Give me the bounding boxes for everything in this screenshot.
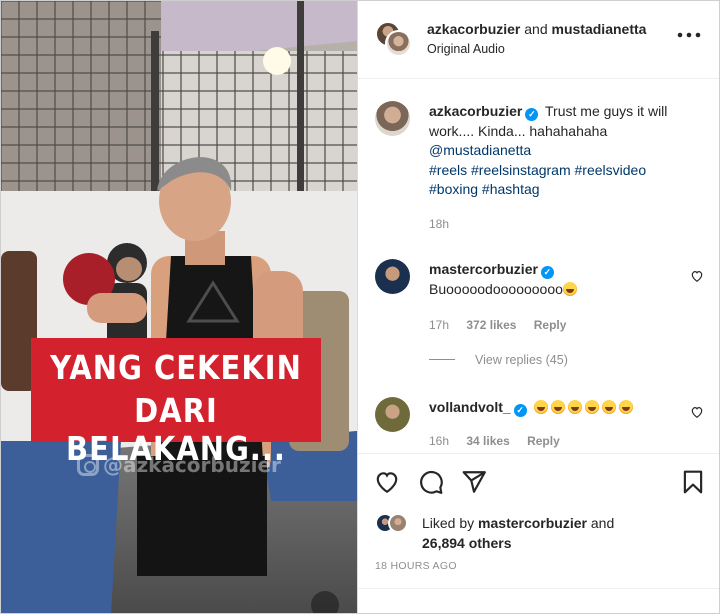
action-bar xyxy=(358,453,719,509)
verified-badge-icon: ✓ xyxy=(525,108,539,121)
post-timestamp[interactable]: 18 HOURS AGO xyxy=(375,560,457,572)
comment-body: mastercorbuzier ✓ Buooooodooooooooo xyxy=(429,260,691,299)
comment-reply-button[interactable]: Reply xyxy=(527,434,560,448)
comment-heart-icon[interactable] xyxy=(690,405,704,419)
laughing-emoji-icon xyxy=(567,400,582,414)
reel-video[interactable]: YANG CEKEKIN DARI BELAKANG... @azkacorbu… xyxy=(1,1,357,613)
comment-username[interactable]: vollandvolt_ xyxy=(429,399,511,415)
caption-mention[interactable]: @mustadianetta xyxy=(429,142,531,158)
comment-avatar[interactable] xyxy=(375,259,410,294)
comment-avatar[interactable] xyxy=(375,397,410,432)
comment-time[interactable]: 16h xyxy=(429,434,449,448)
laughing-emoji-icon xyxy=(533,400,548,414)
post-header: azkacorbuzier and mustadianetta Original… xyxy=(358,1,719,79)
view-replies-label: View replies (45) xyxy=(475,353,568,367)
caption-meta: 18h xyxy=(429,217,463,231)
header-conjunction: and xyxy=(524,21,548,37)
video-scene xyxy=(1,1,357,613)
caption-hashtags-1[interactable]: #reels #reelsinstagram #reelsvideo xyxy=(429,162,646,178)
laughing-emoji-icon xyxy=(584,400,599,414)
replies-dash xyxy=(429,359,455,360)
header-user1-link[interactable]: azkacorbuzier xyxy=(427,21,520,37)
original-audio-link[interactable]: Original Audio xyxy=(427,42,505,56)
verified-badge-icon: ✓ xyxy=(513,404,527,417)
header-usernames: azkacorbuzier and mustadianetta xyxy=(427,21,646,37)
liked-by-text: Liked by mastercorbuzier and 26,894 othe… xyxy=(422,513,614,553)
comment-reply-button[interactable]: Reply xyxy=(534,318,567,332)
laughing-emoji-icon xyxy=(562,281,577,296)
comment-meta: 17h 372 likes Reply xyxy=(429,318,580,332)
header-user2-link[interactable]: mustadianetta xyxy=(552,21,647,37)
caption-hashtags-2[interactable]: #boxing #hashtag xyxy=(429,181,540,197)
add-comment-divider xyxy=(358,588,719,589)
comment-icon[interactable] xyxy=(418,469,444,495)
caption-username[interactable]: azkacorbuzier xyxy=(429,103,522,119)
liked-by-avatars[interactable] xyxy=(375,513,415,535)
liked-by-prefix: Liked by xyxy=(422,515,475,531)
laughing-emoji-icon xyxy=(550,400,565,414)
laughing-emoji-icon xyxy=(618,400,633,414)
comment-time[interactable]: 17h xyxy=(429,318,449,332)
liked-by-others-link[interactable]: 26,894 others xyxy=(422,535,512,551)
more-horizontal-icon xyxy=(677,32,701,38)
comment-likes[interactable]: 34 likes xyxy=(466,434,509,448)
instagram-icon xyxy=(77,454,99,476)
liked-by-connector: and xyxy=(590,515,615,531)
liked-by-user-link[interactable]: mastercorbuzier xyxy=(478,515,587,531)
comment-likes[interactable]: 372 likes xyxy=(466,318,516,332)
caption-time[interactable]: 18h xyxy=(429,217,449,231)
avatar xyxy=(388,513,408,533)
caption-body: azkacorbuzier ✓ Trust me guys it will wor… xyxy=(429,102,691,200)
send-icon[interactable] xyxy=(461,469,487,495)
comment-text: Buooooodooooooooo xyxy=(429,280,563,297)
caption-avatar[interactable] xyxy=(375,101,410,136)
post-details-panel: azkacorbuzier and mustadianetta Original… xyxy=(358,1,719,613)
comment-username[interactable]: mastercorbuzier xyxy=(429,261,538,277)
laughing-emoji-icon xyxy=(601,400,616,414)
more-options-button[interactable] xyxy=(676,28,702,48)
comment-heart-icon[interactable] xyxy=(690,269,704,283)
verified-badge-icon: ✓ xyxy=(540,266,554,279)
video-caption-box: YANG CEKEKIN DARI BELAKANG... xyxy=(31,338,321,468)
comment-body: vollandvolt_ ✓ xyxy=(429,398,691,418)
bookmark-icon[interactable] xyxy=(680,469,706,495)
video-caption-line-1: YANG CEKEKIN xyxy=(50,348,302,388)
instagram-post: YANG CEKEKIN DARI BELAKANG... @azkacorbu… xyxy=(0,0,720,614)
watermark-text: @azkacorbuzier xyxy=(103,453,281,477)
video-watermark: @azkacorbuzier xyxy=(77,453,281,477)
comment-meta: 16h 34 likes Reply xyxy=(429,434,574,448)
view-replies-button[interactable]: View replies (45) xyxy=(429,353,568,367)
heart-icon[interactable] xyxy=(374,469,400,495)
avatar-user2[interactable] xyxy=(385,30,412,57)
collab-avatars[interactable] xyxy=(375,21,413,57)
